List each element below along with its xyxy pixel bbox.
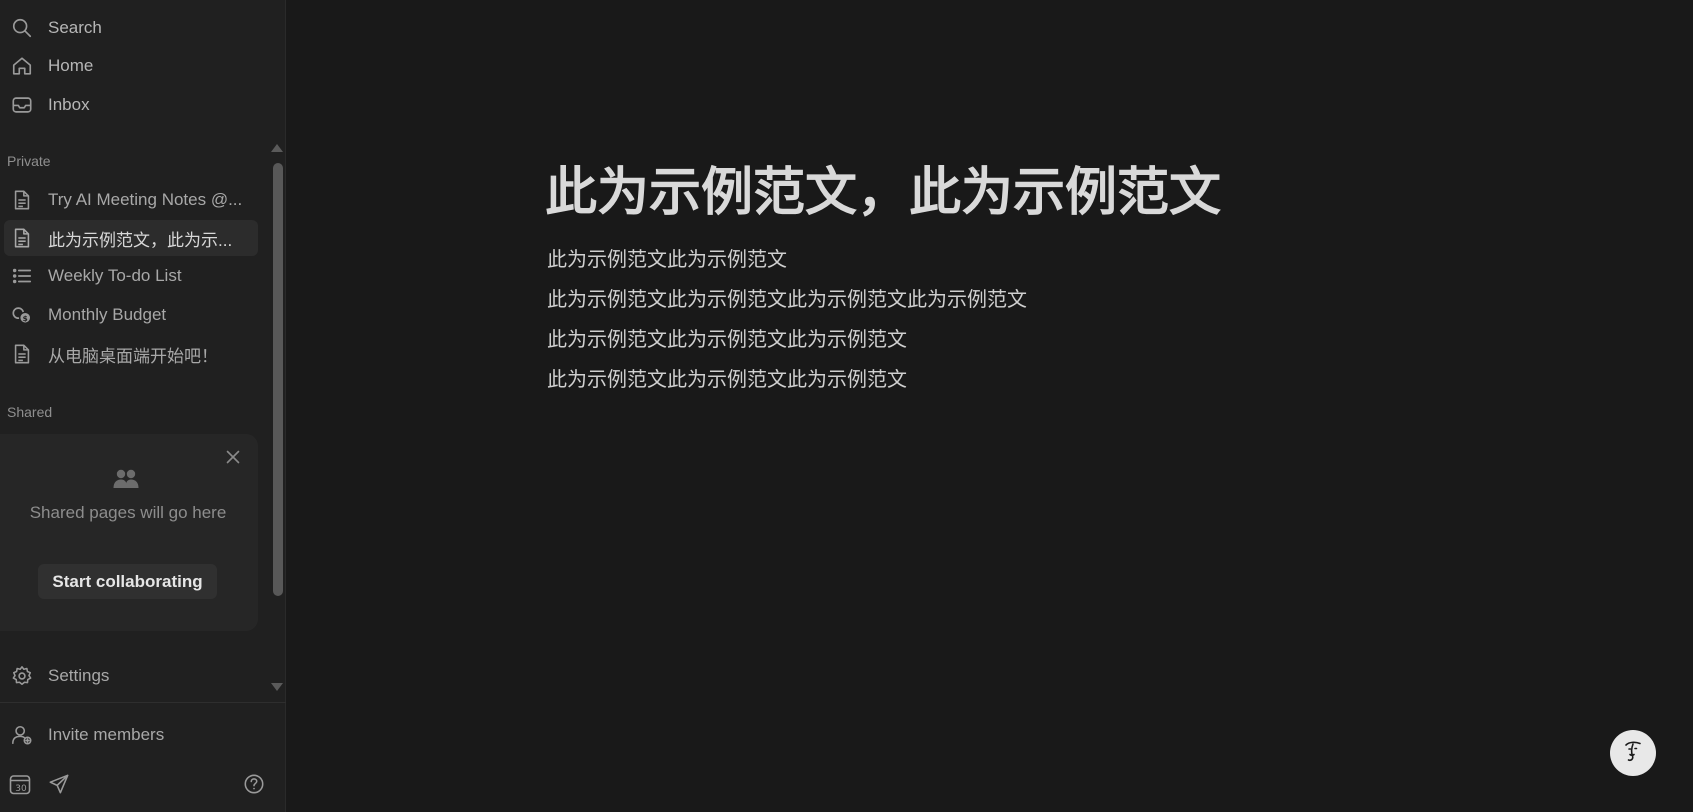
page-title[interactable]: 此为示例范文，此为示例范文 bbox=[545, 150, 1221, 225]
sidebar-item-settings[interactable]: Settings bbox=[4, 658, 258, 694]
sidebar-item-home[interactable]: Home bbox=[4, 48, 258, 84]
help-icon[interactable] bbox=[241, 771, 267, 797]
assistant-face-icon bbox=[1618, 736, 1648, 771]
page-icon bbox=[10, 188, 34, 212]
close-icon[interactable] bbox=[224, 448, 242, 466]
private-section-label: Private bbox=[7, 153, 51, 169]
list-icon bbox=[10, 264, 34, 288]
sidebar-divider bbox=[0, 702, 286, 703]
shared-empty-card: Shared pages will go here Start collabor… bbox=[0, 434, 258, 631]
sidebar-item-label: Search bbox=[48, 18, 102, 37]
gear-icon bbox=[10, 664, 34, 688]
sidebar-item-inbox[interactable]: Inbox bbox=[4, 87, 258, 123]
sidebar-item-label: 此为示例范文，此为示... bbox=[48, 230, 233, 250]
page-icon bbox=[10, 226, 34, 250]
send-icon[interactable] bbox=[46, 771, 72, 797]
start-collaborating-button[interactable]: Start collaborating bbox=[38, 564, 217, 599]
search-icon bbox=[10, 16, 34, 40]
sidebar-item-monthly-budget[interactable]: $ Monthly Budget bbox=[4, 297, 258, 333]
sidebar: Search Home Inbox Private Try AI Meeting… bbox=[0, 0, 286, 812]
sidebar-item-label: Home bbox=[48, 56, 94, 75]
people-icon bbox=[113, 468, 139, 490]
svg-text:$: $ bbox=[23, 314, 28, 323]
paragraph-block[interactable]: 此为示例范文此为示例范文此为示例范文 bbox=[547, 323, 907, 352]
app-window: Search Home Inbox Private Try AI Meeting… bbox=[0, 0, 1693, 812]
calendar-day: 30 bbox=[15, 784, 27, 794]
sidebar-item-weekly-todo[interactable]: Weekly To-do List bbox=[4, 258, 258, 294]
sidebar-item-invite-members[interactable]: Invite members bbox=[4, 717, 258, 753]
sidebar-item-label: Settings bbox=[48, 666, 110, 685]
sidebar-item-label: Monthly Budget bbox=[48, 305, 167, 324]
calendar-icon[interactable]: 30 bbox=[7, 771, 33, 797]
sidebar-item-label: Weekly To-do List bbox=[48, 266, 182, 285]
inbox-icon bbox=[10, 93, 34, 117]
sidebar-item-label: Inbox bbox=[48, 95, 90, 114]
sidebar-scrollbar-thumb[interactable] bbox=[273, 163, 283, 596]
sidebar-item-sample-doc[interactable]: 此为示例范文，此为示... bbox=[4, 220, 258, 256]
budget-icon: $ bbox=[10, 303, 34, 327]
sidebar-item-search[interactable]: Search bbox=[4, 10, 258, 46]
assistant-avatar-button[interactable] bbox=[1610, 730, 1656, 776]
scroll-up-arrow-icon[interactable] bbox=[271, 144, 283, 152]
sidebar-item-start-desktop[interactable]: 从电脑桌面端开始吧！ bbox=[4, 336, 258, 372]
sidebar-item-label: Invite members bbox=[48, 725, 165, 744]
paragraph-block[interactable]: 此为示例范文此为示例范文此为示例范文 bbox=[547, 363, 907, 392]
document-content: 此为示例范文，此为示例范文 此为示例范文此为示例范文 此为示例范文此为示例范文此… bbox=[287, 0, 1693, 812]
sidebar-item-label: Try AI Meeting Notes @... bbox=[48, 190, 243, 209]
scroll-down-arrow-icon[interactable] bbox=[271, 683, 283, 691]
sidebar-item-ai-meeting-notes[interactable]: Try AI Meeting Notes @... bbox=[4, 182, 258, 218]
paragraph-block[interactable]: 此为示例范文此为示例范文此为示例范文此为示例范文 bbox=[547, 283, 1027, 312]
sidebar-item-label: 从电脑桌面端开始吧！ bbox=[48, 346, 218, 366]
shared-empty-message: Shared pages will go here bbox=[29, 503, 227, 522]
shared-section-label: Shared bbox=[7, 404, 53, 420]
home-icon bbox=[10, 54, 34, 78]
paragraph-block[interactable]: 此为示例范文此为示例范文 bbox=[547, 243, 787, 272]
add-user-icon bbox=[10, 723, 34, 747]
page-icon bbox=[10, 342, 34, 366]
